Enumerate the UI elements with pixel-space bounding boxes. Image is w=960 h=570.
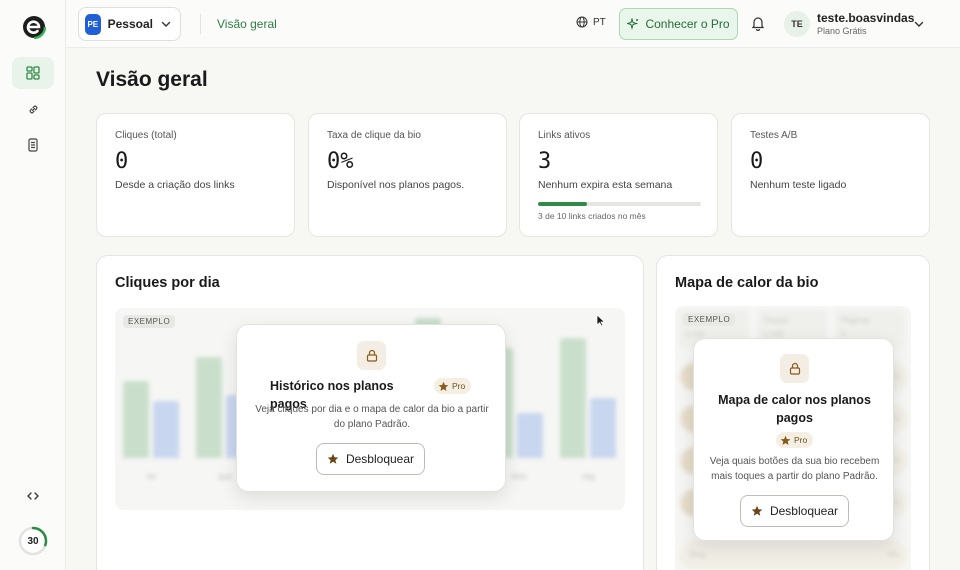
x-axis-label: seg (582, 472, 595, 481)
stat-subtext: Nenhum expira esta semana (538, 179, 673, 191)
usage-progress-value: 30 (27, 535, 39, 547)
panel-title: Cliques por dia (115, 275, 220, 291)
clicks-per-day-panel: Cliques por dia ter qua dom seg EXEMPLO … (96, 255, 644, 570)
stat-label: Taxa de clique da bio (327, 130, 421, 141)
links-progress-fill (538, 202, 587, 206)
upgrade-modal-history: Histórico nos planos pagos Pro Veja cliq… (236, 324, 506, 492)
stat-value: 3 (538, 149, 552, 174)
language-code: PT (593, 16, 606, 28)
example-bar (560, 338, 586, 458)
example-tag: EXEMPLO (123, 315, 176, 328)
star-icon (327, 453, 339, 465)
example-tag: EXEMPLO (683, 313, 736, 326)
example-label: Páginas (841, 316, 870, 325)
star-icon (780, 435, 791, 446)
stat-subtext: Desde a criação dos links (115, 179, 235, 191)
pro-badge-label: Pro (452, 381, 466, 391)
header-divider (200, 14, 201, 34)
unlock-button[interactable]: Desbloquear (316, 443, 425, 475)
example-bar (153, 401, 179, 458)
chevron-down-icon (160, 18, 172, 30)
upgrade-pro-button[interactable]: Conhecer o Pro (619, 8, 738, 40)
links-progress-note: 3 de 10 links criados no mês (538, 211, 646, 221)
globe-icon (576, 16, 588, 28)
sidebar-item-links[interactable] (12, 93, 54, 125)
modal-description: Veja cliques por dia e o mapa de calor d… (255, 404, 489, 430)
stat-label: Links ativos (538, 130, 591, 141)
example-pct: 5% (887, 550, 899, 559)
user-plan: Plano Grátis (817, 26, 867, 36)
mouse-pointer-icon (596, 314, 607, 327)
bio-heatmap-panel: Mapa de calor da bio 4.200 Toques 1.248 P… (656, 255, 930, 570)
x-axis-label: qua (218, 472, 232, 481)
pro-badge-label: Pro (794, 435, 808, 445)
upgrade-modal-heatmap: Mapa de calor nos planos pagos Pro Veja … (693, 338, 894, 541)
breadcrumb[interactable]: Visão geral (217, 17, 277, 31)
sparkle-icon (627, 18, 639, 30)
example-label: Blog (689, 550, 706, 559)
code-button[interactable] (12, 480, 54, 512)
top-header: PE Pessoal Visão geral PT Conhecer o Pro… (66, 0, 960, 48)
document-icon (27, 138, 39, 152)
link-icon (27, 103, 40, 116)
page-title: Visão geral (96, 68, 208, 91)
example-label: Toques (763, 316, 789, 325)
stat-value: 0 (750, 149, 764, 174)
example-heat-row: Blog 5% (679, 540, 907, 570)
modal-title: Mapa de calor nos planos pagos (718, 393, 871, 425)
pro-badge: Pro (776, 432, 814, 448)
language-selector[interactable]: PT (576, 16, 606, 28)
lock-icon (780, 354, 809, 383)
e-logo-icon[interactable] (22, 15, 46, 39)
sidebar-item-documents[interactable] (12, 129, 54, 161)
user-name[interactable]: teste.boasvindas (817, 11, 914, 25)
example-bar (517, 413, 543, 458)
stat-card-ab-tests: Testes A/B 0 Nenhum teste ligado (731, 113, 930, 237)
stat-subtext: Disponível nos planos pagos. (327, 179, 465, 191)
stat-card-bio-ctr: Taxa de clique da bio 0% Disponível nos … (308, 113, 507, 237)
stat-label: Testes A/B (750, 130, 798, 141)
star-icon (438, 381, 449, 392)
workspace-badge: PE (85, 13, 101, 35)
workspace-name: Pessoal (107, 17, 153, 31)
stat-label: Cliques (total) (115, 130, 177, 141)
lock-icon (357, 341, 386, 370)
example-bar (590, 398, 616, 458)
upgrade-pro-label: Conhecer o Pro (645, 17, 730, 31)
code-icon (26, 490, 40, 502)
x-axis-label: dom (511, 472, 527, 481)
stat-card-clicks: Cliques (total) 0 Desde a criação dos li… (96, 113, 295, 237)
grid-icon (26, 66, 40, 80)
stat-subtext: Nenhum teste ligado (750, 179, 847, 191)
unlock-button-label: Desbloquear (345, 452, 415, 466)
workspace-select[interactable]: PE Pessoal (78, 7, 181, 41)
sidebar-item-dashboard[interactable] (12, 57, 54, 89)
stat-value: 0 (115, 149, 129, 174)
unlock-button[interactable]: Desbloquear (740, 495, 849, 527)
example-bar (196, 357, 222, 458)
chevron-down-icon[interactable] (913, 18, 925, 30)
unlock-button-label: Desbloquear (769, 504, 839, 518)
panel-title: Mapa de calor da bio (675, 275, 819, 291)
sidebar: 30 (0, 0, 66, 570)
links-progress-bar (538, 202, 701, 206)
usage-progress[interactable]: 30 (18, 526, 48, 556)
star-icon (751, 505, 763, 517)
avatar[interactable]: TE (784, 11, 810, 37)
stat-value: 0% (327, 149, 354, 174)
example-bar (123, 381, 149, 458)
modal-description: Veja quais botões da sua bio recebem mai… (709, 456, 880, 482)
bell-icon[interactable] (751, 15, 765, 31)
stat-card-active-links: Links ativos 3 Nenhum expira esta semana… (519, 113, 718, 237)
x-axis-label: ter (147, 472, 157, 481)
pro-badge: Pro (434, 378, 472, 394)
